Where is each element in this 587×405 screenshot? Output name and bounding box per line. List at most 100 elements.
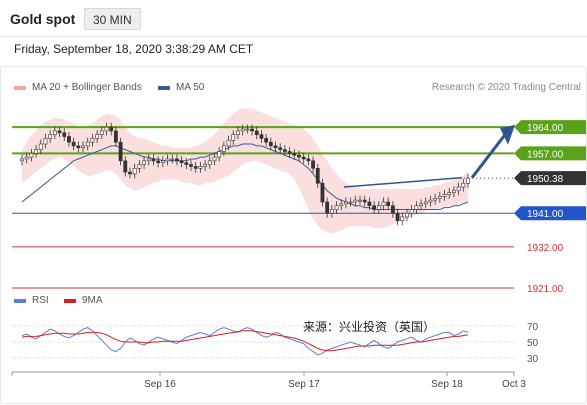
level-label: 1950.38 xyxy=(527,174,564,185)
source-watermark: 来源：兴业投资（英国） xyxy=(303,320,436,334)
candle-body xyxy=(254,130,259,135)
candle-body xyxy=(362,199,367,203)
candle-body xyxy=(137,164,142,169)
candle-body xyxy=(334,205,339,210)
candle-body xyxy=(99,130,104,135)
candle-body xyxy=(24,156,29,160)
candle-body xyxy=(405,212,409,218)
candle-body xyxy=(184,162,189,165)
candle-body xyxy=(400,216,405,221)
candle-body xyxy=(226,139,231,147)
candle-body xyxy=(292,153,297,156)
candle-body xyxy=(278,147,283,150)
level-label: 1957.00 xyxy=(527,149,564,160)
candle-body xyxy=(212,156,217,162)
candle-body xyxy=(29,153,34,158)
candle-body xyxy=(283,149,287,152)
candle-body xyxy=(20,158,24,162)
candle-body xyxy=(287,151,292,154)
candle-body xyxy=(109,126,114,132)
candle-body xyxy=(311,160,315,169)
rsi-tick-label: 30 xyxy=(527,354,539,365)
candle-body xyxy=(245,128,250,131)
x-tick-label: Sep 17 xyxy=(288,379,320,390)
candle-body xyxy=(301,156,306,160)
candle-body xyxy=(320,182,325,203)
price-chart: 1964.00 1957.00 1950.38 1941.00 1932.00 1921.… xyxy=(11,108,586,390)
level-label: 1964.00 xyxy=(527,123,564,134)
candle-body xyxy=(376,205,381,210)
candle-body xyxy=(390,205,395,214)
candle-body xyxy=(339,203,344,207)
x-tick-label: Sep 16 xyxy=(144,379,176,390)
forecast-arrow-shaft xyxy=(470,133,507,179)
candle-body xyxy=(344,201,348,205)
candle-body xyxy=(268,141,273,147)
candle-body xyxy=(193,166,198,169)
rsi-tick-label: 50 xyxy=(527,338,539,349)
level-label: 1941.00 xyxy=(527,209,564,220)
candle-body xyxy=(240,128,245,132)
candle-body xyxy=(38,143,43,150)
candle-body xyxy=(447,192,452,195)
candle-body xyxy=(456,186,461,192)
candle-body xyxy=(113,130,118,143)
candle-body xyxy=(104,126,109,132)
forecast-arrow-head xyxy=(500,124,515,145)
candle-body xyxy=(372,205,377,210)
candle-body xyxy=(34,149,38,154)
candle-body xyxy=(203,164,207,167)
candle-body xyxy=(160,160,165,164)
candle-body xyxy=(189,164,193,167)
level-label: 1932.00 xyxy=(527,243,564,254)
candle-body xyxy=(358,199,362,202)
level-label: 1921.00 xyxy=(527,284,564,295)
candle-body xyxy=(67,136,71,143)
candle-body xyxy=(71,141,76,147)
candle-body xyxy=(221,145,226,152)
candle-body xyxy=(156,160,161,164)
candle-body xyxy=(81,145,85,149)
candle-body xyxy=(95,134,100,139)
rsi-tick-label: 70 xyxy=(527,322,539,333)
candle-body xyxy=(353,199,358,203)
candle-body xyxy=(348,201,353,204)
candle-body xyxy=(315,168,320,184)
candle-body xyxy=(437,196,442,199)
candle-body xyxy=(461,182,466,188)
candle-body xyxy=(132,168,137,175)
candle-body xyxy=(128,171,132,175)
candle-body xyxy=(329,209,334,214)
candle-body xyxy=(367,201,372,207)
candle-body xyxy=(452,190,456,193)
candle-body xyxy=(165,158,170,162)
candle-body xyxy=(90,138,95,143)
candle-body xyxy=(428,199,433,203)
candle-body xyxy=(259,134,264,139)
candle-body xyxy=(179,160,184,164)
candle-body xyxy=(52,130,57,135)
x-tick-label: Sep 18 xyxy=(431,379,463,390)
candle-body xyxy=(231,134,236,141)
candle-body xyxy=(142,160,146,165)
candle-body xyxy=(85,141,90,147)
candle-body xyxy=(48,134,53,139)
candle-body xyxy=(207,160,212,165)
candle-body xyxy=(381,201,386,207)
candle-body xyxy=(175,158,179,162)
x-tick-label: Oct 3 xyxy=(502,379,526,390)
candle-body xyxy=(419,203,423,207)
candle-body xyxy=(306,158,311,162)
candle-body xyxy=(442,194,447,197)
candle-body xyxy=(43,138,48,145)
candle-body xyxy=(409,209,414,214)
candle-body xyxy=(57,130,62,134)
candle-body xyxy=(325,201,330,214)
candle-body xyxy=(423,201,428,205)
candle-body xyxy=(146,158,151,162)
candle-body xyxy=(217,151,222,158)
candle-body xyxy=(466,177,470,184)
candle-body xyxy=(264,138,269,143)
candle-body xyxy=(386,201,391,207)
candle-body xyxy=(76,145,81,149)
